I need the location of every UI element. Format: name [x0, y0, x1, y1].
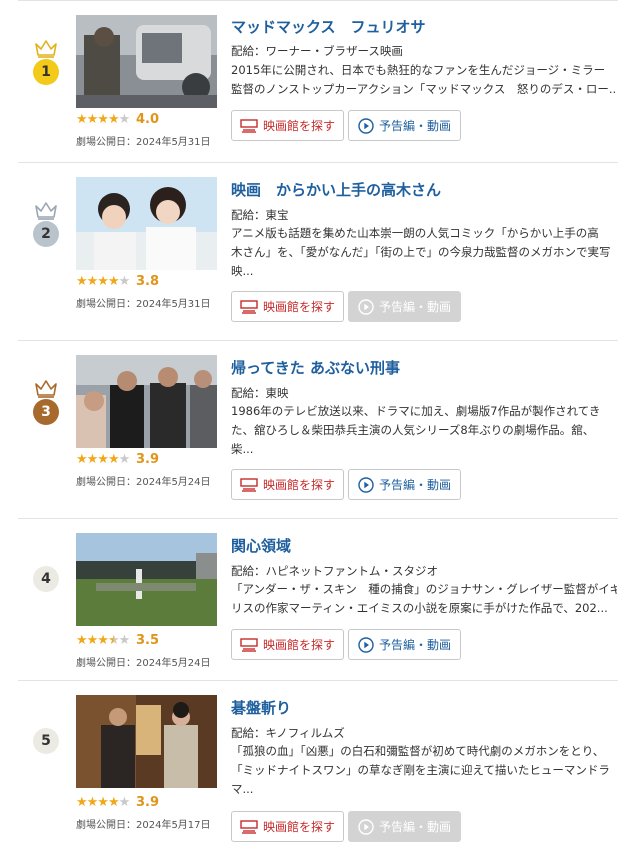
gold-crown-icon — [35, 40, 57, 58]
movie-title[interactable]: 帰ってきた あぶない刑事 — [231, 357, 400, 378]
star-rating: ★★★★★ — [76, 452, 130, 467]
distributor: 配給：キノフィルムズ — [231, 726, 345, 740]
movie-title[interactable]: 映画 からかい上手の高木さん — [231, 179, 441, 200]
movie-poster[interactable] — [76, 15, 217, 108]
find-theater-button[interactable]: 映画館を探す — [231, 469, 344, 500]
trailer-button[interactable]: 予告編・動画 — [348, 629, 461, 660]
trailer-button-disabled: 予告編・動画 — [348, 291, 461, 322]
find-theater-button[interactable]: 映画館を探す — [231, 629, 344, 660]
silver-crown-icon — [35, 202, 57, 220]
bronze-crown-icon — [35, 380, 57, 398]
movie-title[interactable]: マッドマックス フュリオサ — [231, 16, 426, 37]
star-rating: ★★★★★ — [76, 274, 130, 289]
star-rating: ★★★★★ — [76, 112, 130, 127]
divider — [18, 340, 618, 341]
movie-description: 「孤狼の血」「凶悪」の白石和彌監督が初めて時代劇のメガホンをとり、 「ミッドナイ… — [231, 744, 610, 796]
distributor: 配給：ハピネットファントム・スタジオ — [231, 564, 438, 578]
movie-poster[interactable] — [76, 533, 217, 626]
release-date: 劇場公開日：2024年5月24日 — [76, 477, 211, 488]
trailer-button[interactable]: 予告編・動画 — [348, 469, 461, 500]
rank-badge: 5 — [33, 728, 59, 754]
release-date: 劇場公開日：2024年5月31日 — [76, 299, 211, 310]
rating-score: 4.0 — [136, 112, 160, 127]
theater-icon — [240, 118, 258, 133]
theater-icon — [240, 477, 258, 492]
rank-badge: 2 — [33, 221, 59, 247]
find-theater-button[interactable]: 映画館を探す — [231, 291, 344, 322]
trailer-button[interactable]: 予告編・動画 — [348, 110, 461, 141]
movie-poster[interactable] — [76, 695, 217, 788]
rating-score: 3.9 — [136, 452, 160, 467]
play-icon — [358, 298, 374, 315]
rating-score: 3.9 — [136, 795, 160, 810]
rating-score: 3.8 — [136, 274, 160, 289]
divider — [18, 0, 618, 1]
distributor: 配給：ワーナー・ブラザース映画 — [231, 44, 403, 58]
movie-title[interactable]: 碁盤斬り — [231, 697, 291, 718]
rank-badge: 1 — [33, 59, 59, 85]
theater-icon — [240, 637, 258, 652]
play-icon — [358, 476, 374, 493]
play-icon — [358, 117, 374, 134]
find-theater-button[interactable]: 映画館を探す — [231, 811, 344, 842]
distributor: 配給：東映 — [231, 386, 289, 400]
star-rating: ★★★★★ — [76, 795, 130, 810]
divider — [18, 680, 618, 681]
theater-icon — [240, 299, 258, 314]
rating-score: 3.5 — [136, 633, 160, 648]
movie-title[interactable]: 関心領域 — [231, 535, 291, 556]
release-date: 劇場公開日：2024年5月17日 — [76, 820, 211, 831]
rank-badge: 4 — [33, 566, 59, 592]
star-rating: ★★★★★ — [76, 633, 130, 648]
distributor: 配給：東宝 — [231, 208, 289, 222]
play-icon — [358, 818, 374, 835]
release-date: 劇場公開日：2024年5月24日 — [76, 658, 211, 669]
movie-poster[interactable] — [76, 177, 217, 270]
theater-icon — [240, 819, 258, 834]
movie-description: 2015年に公開され、日本でも熱狂的なファンを生んだジョージ・ミラー 監督のノン… — [231, 63, 617, 96]
divider — [18, 518, 618, 519]
divider — [18, 162, 618, 163]
rank-badge: 3 — [33, 399, 59, 425]
play-icon — [358, 636, 374, 653]
movie-poster[interactable] — [76, 355, 217, 448]
movie-description: アニメ版も話題を集めた山本崇一朗の人気コミック「からかい上手の高 木さん」を、「… — [231, 226, 611, 278]
movie-description: 1986年のテレビ放送以来、ドラマに加え、劇場版7作品が製作されてき た、舘ひろ… — [231, 404, 601, 456]
release-date: 劇場公開日：2024年5月31日 — [76, 137, 211, 148]
find-theater-button[interactable]: 映画館を探す — [231, 110, 344, 141]
movie-description: 「アンダー・ザ・スキン 種の捕食」のジョナサン・グレイザー監督がイギ リスの作家… — [231, 582, 617, 615]
trailer-button-disabled: 予告編・動画 — [348, 811, 461, 842]
